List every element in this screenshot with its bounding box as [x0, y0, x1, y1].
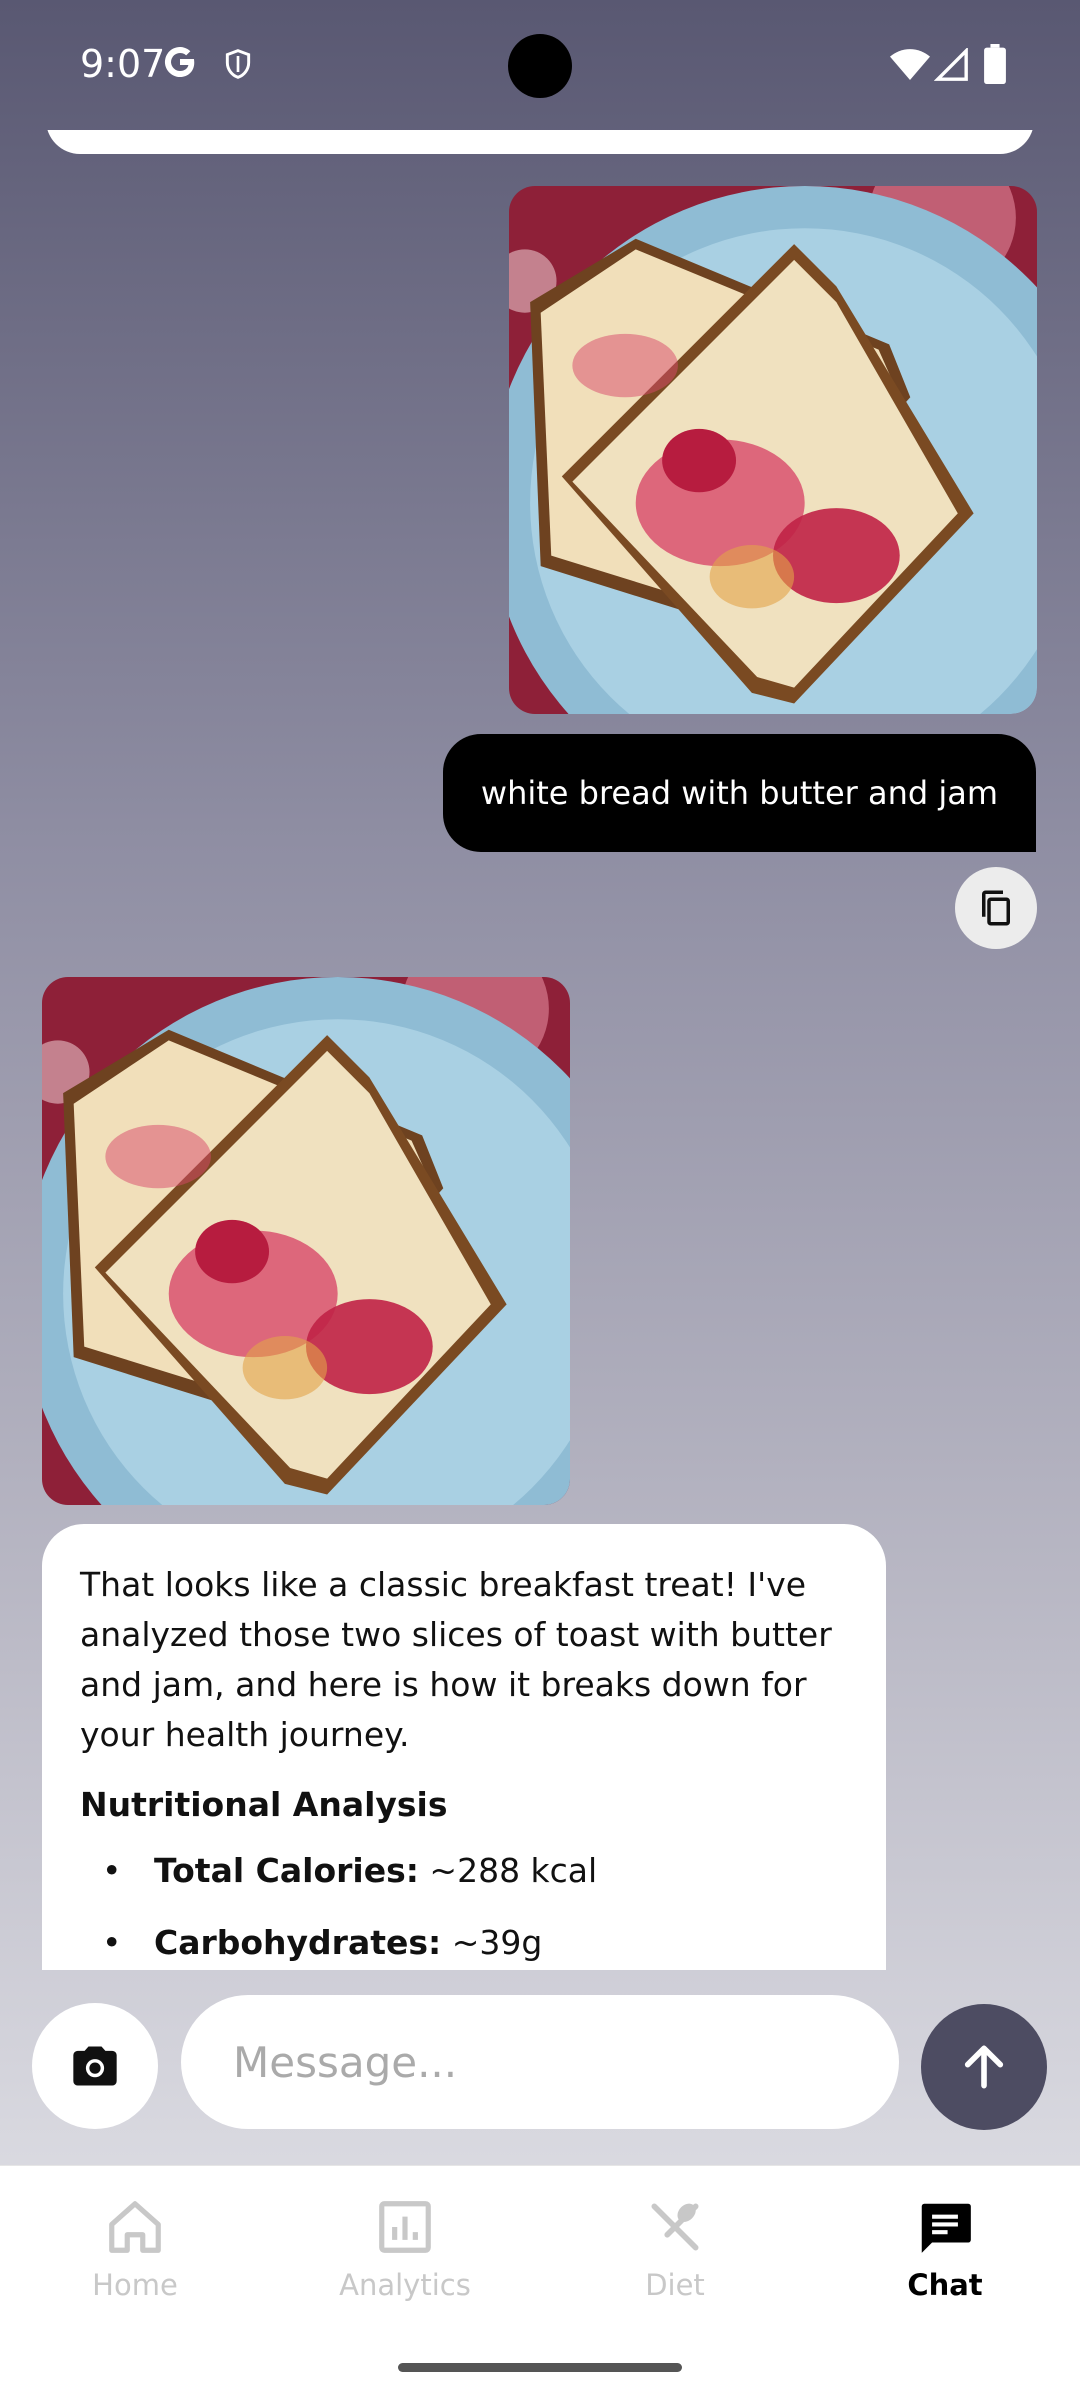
- toast-photo-graphic: [509, 186, 1037, 714]
- arrow-up-icon: [964, 2045, 1004, 2089]
- nutrient-label: Carbohydrates:: [154, 1923, 442, 1962]
- ai-food-photo[interactable]: [42, 977, 570, 1505]
- chat-screen: 9:07 white bread with butter and jam Tha…: [0, 0, 1080, 2400]
- nutrient-label: Total Calories:: [154, 1851, 419, 1890]
- toast-photo-graphic: [42, 977, 570, 1505]
- chat-icon: [921, 2203, 971, 2253]
- copy-icon: [982, 890, 1010, 926]
- nav-chat[interactable]: Chat: [835, 2196, 1055, 2316]
- message-input[interactable]: [181, 1995, 899, 2129]
- ai-message-heading: Nutritional Analysis: [80, 1785, 448, 1824]
- list-item: Carbohydrates: ~39g: [80, 1918, 848, 1968]
- camera-button[interactable]: [32, 2003, 158, 2129]
- nav-home[interactable]: Home: [25, 2196, 245, 2316]
- copy-button[interactable]: [955, 867, 1037, 949]
- ai-message-intro: That looks like a classic breakfast trea…: [80, 1565, 832, 1754]
- nav-label: Diet: [645, 2268, 705, 2302]
- home-icon: [109, 2201, 161, 2253]
- nav-label: Home: [92, 2268, 178, 2302]
- shield-icon: [225, 49, 251, 79]
- list-item: Total Calories: ~288 kcal: [80, 1846, 848, 1896]
- nav-label: Analytics: [339, 2268, 471, 2302]
- user-message-bubble: white bread with butter and jam: [442, 734, 1036, 852]
- chat-messages[interactable]: white bread with butter and jam That loo…: [0, 130, 1080, 1970]
- user-food-photo[interactable]: [509, 186, 1037, 714]
- google-icon: [164, 47, 195, 78]
- nutrient-value: ~288 kcal: [429, 1851, 598, 1890]
- wifi-icon: [890, 49, 930, 80]
- nav-label: Chat: [907, 2268, 983, 2302]
- front-camera: [508, 34, 572, 98]
- ai-message-bubble: That looks like a classic breakfast trea…: [42, 1524, 886, 1970]
- send-button[interactable]: [921, 2004, 1047, 2130]
- nav-analytics[interactable]: Analytics: [295, 2196, 515, 2316]
- analytics-icon: [379, 2201, 431, 2253]
- nav-diet[interactable]: Diet: [565, 2196, 785, 2316]
- battery-icon: [984, 44, 1006, 84]
- camera-icon: [73, 2046, 117, 2086]
- diet-icon: [651, 2203, 699, 2251]
- status-time: 9:07: [80, 42, 166, 86]
- signal-icon: [934, 48, 968, 81]
- status-bar: 9:07: [0, 0, 1080, 130]
- nutrient-value: ~39g: [451, 1923, 543, 1962]
- previous-message-bubble: [46, 130, 1034, 154]
- home-indicator[interactable]: [398, 2363, 682, 2372]
- nutrition-list: Total Calories: ~288 kcal Carbohydrates:…: [80, 1846, 848, 1968]
